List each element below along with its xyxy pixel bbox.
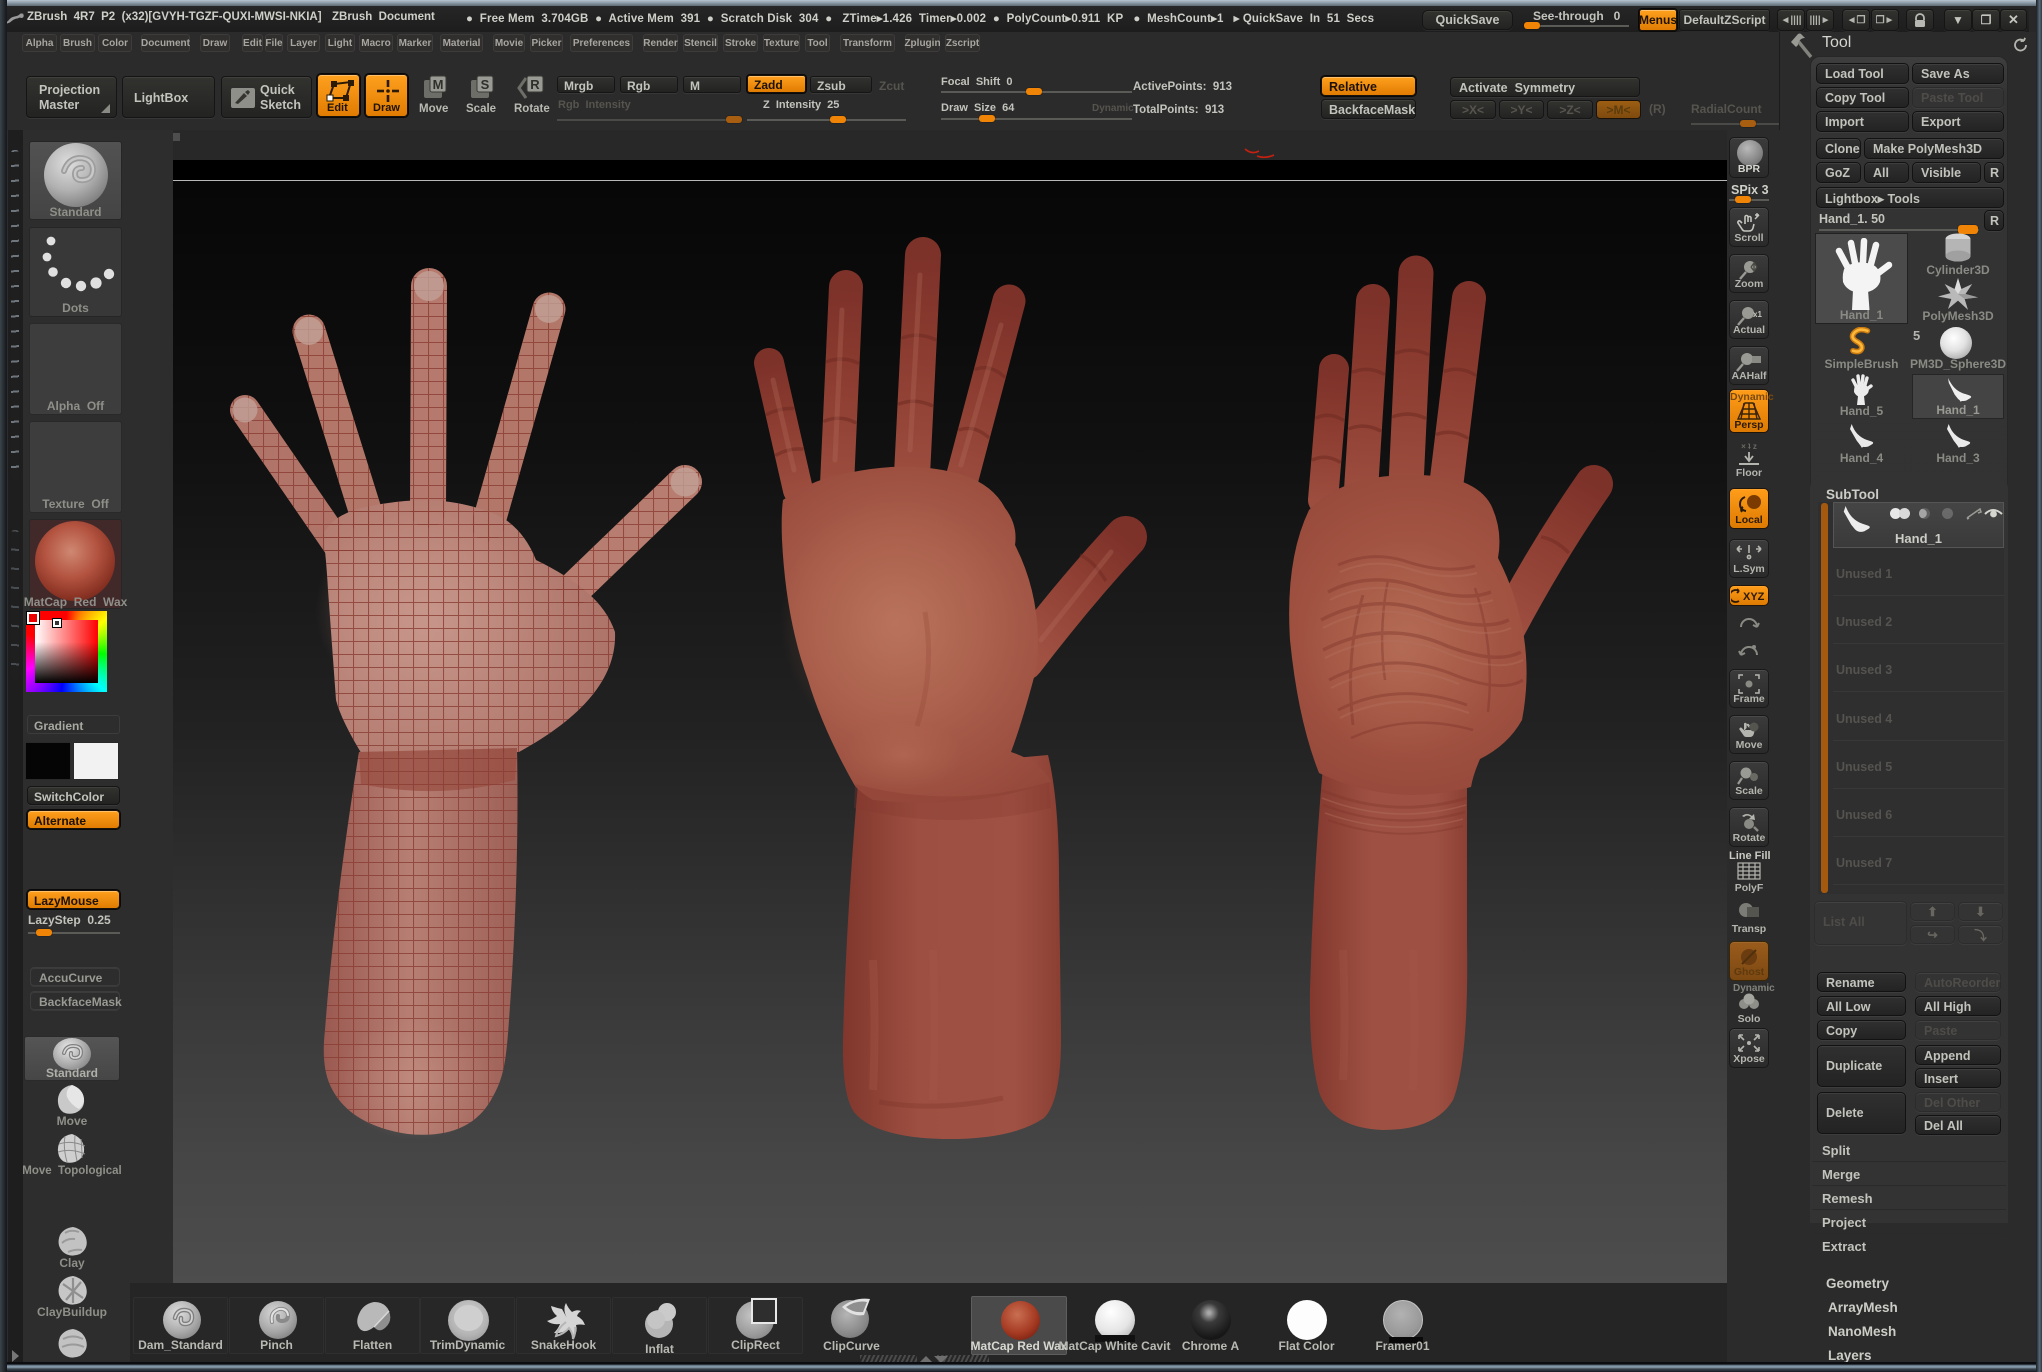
svg-text:XYZ: XYZ xyxy=(1743,591,1765,603)
svg-text:M: M xyxy=(433,77,444,92)
svg-text:x1: x1 xyxy=(1753,310,1762,319)
svg-text:R: R xyxy=(530,77,540,92)
svg-text:S: S xyxy=(481,77,490,92)
